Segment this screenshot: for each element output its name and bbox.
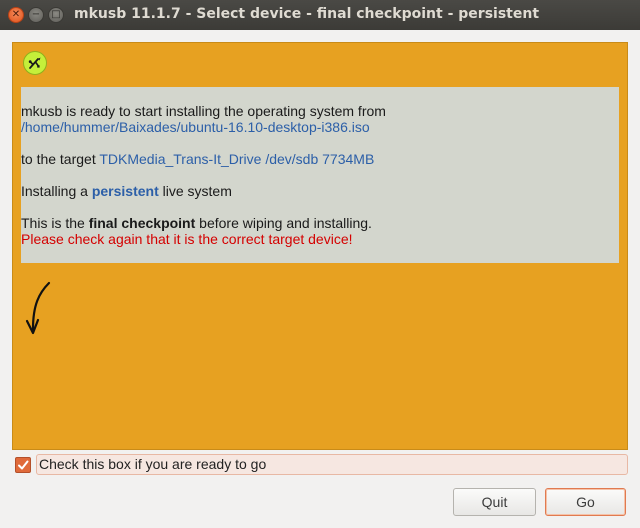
go-button[interactable]: Go [545, 488, 626, 516]
info-box: mkusb is ready to start installing the o… [21, 87, 619, 263]
checkpoint-emphasis: final checkpoint [88, 215, 196, 231]
minimize-icon: − [31, 9, 41, 20]
curved-arrow-down-icon [25, 281, 51, 335]
title-bar: ✕ − □ mkusb 11.1.7 - Select device - fin… [0, 0, 640, 30]
install-mode-line: Installing a persistent live system [21, 183, 232, 199]
install-mode: persistent [91, 183, 159, 199]
content-panel: mkusb is ready to start installing the o… [12, 42, 628, 450]
minimize-window-button[interactable]: − [28, 7, 44, 23]
target-device: TDKMedia_Trans-It_Drive /dev/sdb 7734MB [99, 151, 375, 167]
ready-checkbox[interactable] [15, 457, 31, 473]
close-icon: ✕ [11, 9, 21, 20]
iso-path: /home/hummer/Baixades/ubuntu-16.10-deskt… [21, 119, 370, 135]
close-window-button[interactable]: ✕ [8, 7, 24, 23]
mkusb-usb-icon [23, 51, 47, 75]
target-line: to the target TDKMedia_Trans-It_Drive /d… [21, 151, 375, 167]
ready-checkbox-label[interactable]: Check this box if you are ready to go [36, 454, 628, 475]
maximize-window-button[interactable]: □ [48, 7, 64, 23]
maximize-icon: □ [51, 9, 61, 20]
window-title: mkusb 11.1.7 - Select device - final che… [74, 6, 540, 22]
checkpoint-line: This is the final checkpoint before wipi… [21, 215, 372, 231]
warning-text: Please check again that it is the correc… [21, 231, 353, 247]
confirm-row: Check this box if you are ready to go [12, 454, 628, 475]
checkmark-icon [18, 460, 29, 470]
intro-text: mkusb is ready to start installing the o… [21, 103, 386, 119]
quit-button[interactable]: Quit [453, 488, 536, 516]
